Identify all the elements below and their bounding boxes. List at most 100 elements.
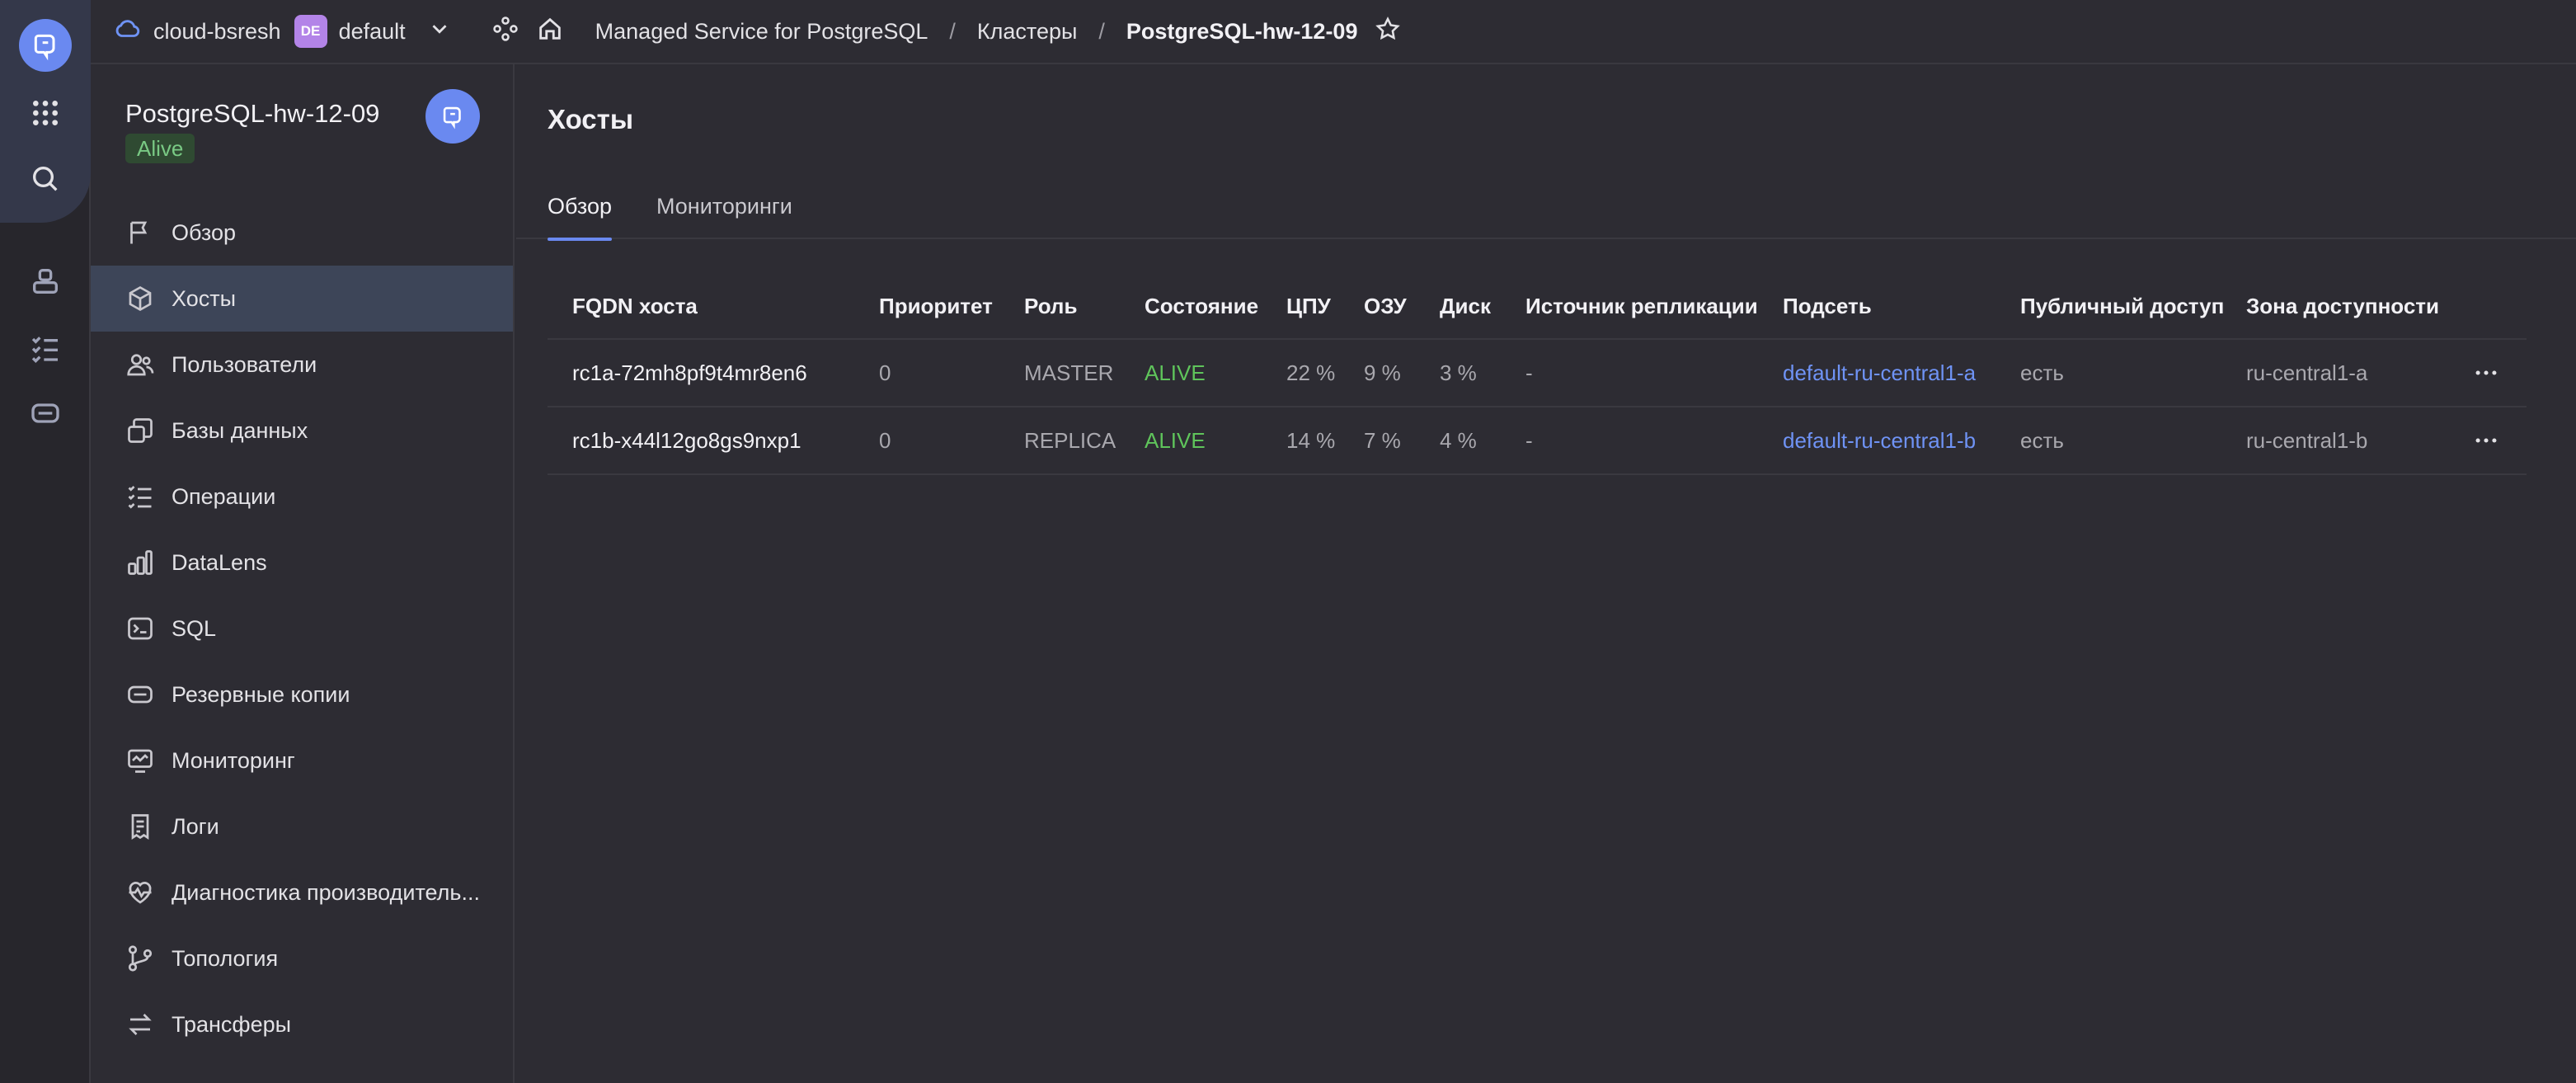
host-role: MASTER [1024,360,1114,385]
host-replication-source: - [1525,427,1533,453]
postgres-logo-icon [19,19,72,72]
column-header-subnet[interactable]: Подсеть [1783,274,1872,338]
sidebar-item-transfers[interactable]: Трансферы [91,991,513,1057]
host-priority: 0 [879,427,891,453]
column-header-role[interactable]: Роль [1024,274,1077,338]
host-fqdn: rc1b-x44l12go8gs9nxp1 [572,427,801,453]
search-icon[interactable] [16,150,74,208]
host-ram: 9 % [1364,360,1401,385]
host-role: REPLICA [1024,427,1116,453]
sidebar-item-monitoring[interactable]: Мониторинг [91,727,513,793]
host-cpu: 22 % [1286,360,1336,385]
breadcrumb-service[interactable]: Managed Service for PostgreSQL [595,19,928,45]
home-icon[interactable] [536,15,564,49]
host-state: ALIVE [1145,427,1206,453]
column-header-fqdn[interactable]: FQDN хоста [572,274,698,338]
top-bar: cloud-bsresh DE default Managed Service … [91,0,2576,64]
sidebar-item-sql[interactable]: SQL [91,596,513,662]
stack-icon[interactable] [16,252,74,310]
folder-selector[interactable]: DE default [281,15,452,48]
operations-list-icon[interactable] [16,318,74,376]
host-public-access: есть [2020,427,2064,453]
column-header-priority[interactable]: Приоритет [879,274,993,338]
backup-icon [128,685,153,704]
sidebar-item-label: Резервные копии [172,681,350,707]
host-public-access: есть [2020,360,2064,385]
host-subnet-link[interactable]: default-ru-central1-b [1783,407,1976,473]
sidebar-item-label: Логи [172,813,219,839]
chart-icon [128,550,153,575]
sidebar-item-datalens[interactable]: DataLens [91,530,513,596]
more-actions-icon[interactable] [2472,407,2500,473]
tab-overview[interactable]: Обзор [548,173,612,241]
monitor-icon [128,749,153,773]
chevron-down-icon[interactable] [427,16,452,47]
host-ram: 7 % [1364,427,1401,453]
column-header-public-access[interactable]: Публичный доступ [2020,274,2224,338]
star-icon[interactable] [1374,15,1402,49]
list-check-icon [128,486,152,509]
host-disk: 3 % [1440,360,1477,385]
sidebar-item-hosts[interactable]: Хосты [91,266,513,332]
sidebar-item-label: Базы данных [172,417,308,443]
arrows-icon [129,1014,152,1035]
sidebar-item-label: Топология [172,945,279,971]
host-disk: 4 % [1440,427,1477,453]
column-header-ram[interactable]: ОЗУ [1364,274,1407,338]
sidebar-item-label: SQL [172,615,217,641]
sidebar-item-label: DataLens [172,549,267,575]
postgres-logo-icon [425,89,480,144]
sidebar-item-users[interactable]: Пользователи [91,332,513,398]
sidebar-item-topology[interactable]: Топология [91,925,513,991]
host-priority: 0 [879,360,891,385]
storage-icon[interactable] [16,384,74,442]
column-header-zone[interactable]: Зона доступности [2246,274,2439,338]
services-graph-icon[interactable] [491,15,519,49]
sidebar-item-label: Диагностика производитель... [172,879,480,905]
sidebar-item-diagnostics[interactable]: Диагностика производитель... [91,859,513,925]
breadcrumb-separator: / [1098,18,1105,44]
table-row[interactable]: rc1a-72mh8pf9t4mr8en6 0 MASTER ALIVE 22 … [548,340,2527,407]
host-subnet-link[interactable]: default-ru-central1-a [1783,340,1976,406]
host-replication-source: - [1525,360,1533,385]
cloud-icon [114,15,142,49]
flag-icon [130,221,148,244]
status-badge: Alive [125,134,195,163]
column-header-replication-source[interactable]: Источник репликации [1525,274,1758,338]
cloud-selector[interactable]: cloud-bsresh [114,15,281,49]
sidebar-item-databases[interactable]: Базы данных [91,398,513,464]
home-logo-button[interactable] [16,16,74,74]
sidebar-item-label: Хосты [172,285,236,311]
sidebar-item-backups[interactable]: Резервные копии [91,662,513,727]
host-zone: ru-central1-a [2246,360,2368,385]
heart-pulse-icon [129,882,152,904]
column-header-cpu[interactable]: ЦПУ [1286,274,1331,338]
sidebar-item-operations[interactable]: Операции [91,464,513,530]
sidebar-item-label: Трансферы [172,1011,292,1037]
databases-icon [128,418,153,443]
host-fqdn: rc1a-72mh8pf9t4mr8en6 [572,360,807,385]
main-content: Хосты Обзор Мониторинги FQDN хоста Приор… [516,64,2576,1083]
breadcrumb-clusters[interactable]: Кластеры [977,19,1078,45]
terminal-icon [128,617,153,640]
column-header-state[interactable]: Состояние [1145,274,1258,338]
cloud-name: cloud-bsresh [153,18,281,44]
breadcrumb-current: PostgreSQL-hw-12-09 [1126,18,1358,44]
host-zone: ru-central1-b [2246,427,2368,453]
more-actions-icon[interactable] [2472,340,2500,406]
column-header-disk[interactable]: Диск [1440,274,1491,338]
sidebar-item-overview[interactable]: Обзор [91,200,513,266]
users-icon [127,354,154,376]
tab-monitoring[interactable]: Мониторинги [656,173,792,239]
sidebar-nav: Обзор Хосты Пользователи Базы данных Опе… [91,200,513,1057]
sidebar-item-logs[interactable]: Логи [91,793,513,859]
services-grid-icon[interactable] [16,84,74,142]
host-state: ALIVE [1145,360,1206,385]
breadcrumb-separator: / [949,18,956,44]
sidebar-item-label: Пользователи [172,351,317,377]
folder-name: default [338,18,406,44]
page-title: Хосты [548,104,633,134]
cluster-name: PostgreSQL-hw-12-09 [125,99,380,128]
table-row[interactable]: rc1b-x44l12go8gs9nxp1 0 REPLICA ALIVE 14… [548,407,2527,475]
folder-badge: DE [294,15,327,48]
